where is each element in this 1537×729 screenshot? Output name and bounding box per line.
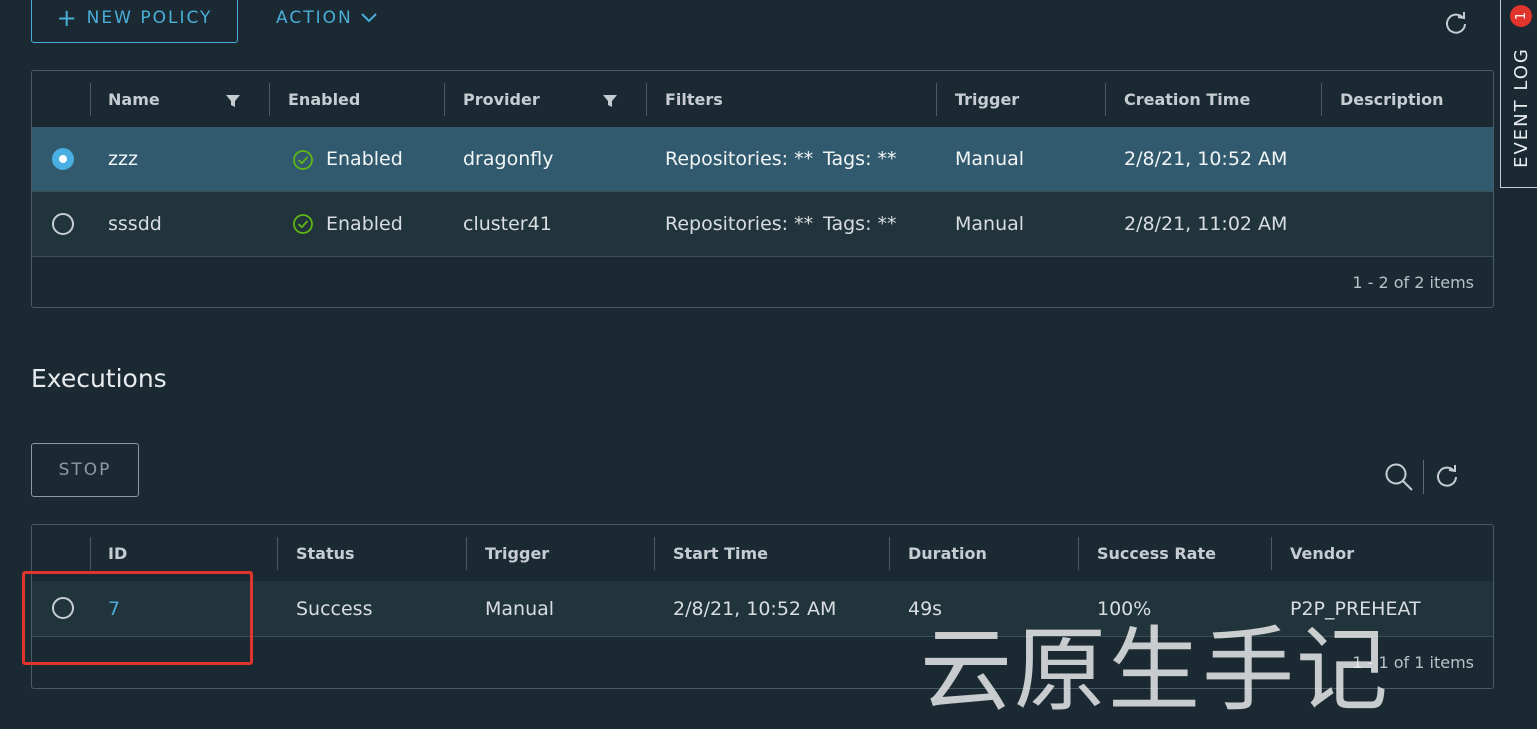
event-log-tab[interactable]: 1 EVENT LOG: [1500, 0, 1537, 188]
event-log-count: 1: [1513, 11, 1529, 21]
refresh-icon[interactable]: [1434, 463, 1460, 489]
policy-creation-time: 2/8/21, 11:02 AM: [1124, 213, 1288, 235]
action-button[interactable]: ACTION: [276, 5, 377, 31]
column-provider[interactable]: Provider: [463, 71, 540, 127]
policy-filters-tags: Tags: **: [823, 213, 897, 235]
policy-provider: dragonfly: [463, 148, 554, 170]
highlight-box: [22, 571, 253, 665]
column-filters[interactable]: Filters: [665, 71, 723, 127]
toolbar-divider: [1423, 460, 1424, 494]
column-enabled[interactable]: Enabled: [288, 71, 360, 127]
action-label: ACTION: [276, 8, 353, 28]
filter-icon[interactable]: [225, 93, 241, 109]
chevron-down-icon: [360, 13, 377, 23]
policy-trigger: Manual: [955, 213, 1025, 235]
policy-enabled: Enabled: [326, 148, 403, 170]
column-creation-time[interactable]: Creation Time: [1124, 71, 1250, 127]
check-circle-icon: [293, 150, 313, 170]
event-log-label: EVENT LOG: [1510, 46, 1532, 168]
policy-creation-time: 2/8/21, 10:52 AM: [1124, 148, 1288, 170]
watermark: 云原生手记: [920, 617, 1391, 724]
row-radio-selected[interactable]: [52, 148, 74, 170]
new-policy-button[interactable]: + NEW POLICY: [31, 0, 238, 43]
policy-trigger: Manual: [955, 148, 1025, 170]
event-log-badge: 1: [1510, 5, 1532, 27]
column-success-rate[interactable]: Success Rate: [1097, 525, 1216, 581]
policy-enabled: Enabled: [326, 213, 403, 235]
policy-provider: cluster41: [463, 213, 552, 235]
column-duration[interactable]: Duration: [908, 525, 987, 581]
execution-trigger: Manual: [485, 597, 555, 620]
policies-header: Name Enabled Provider Filters Trigger Cr…: [32, 71, 1493, 128]
policy-name: sssdd: [108, 213, 162, 235]
policy-name: zzz: [108, 148, 138, 170]
policy-filters-repositories: Repositories: **: [665, 213, 814, 235]
column-trigger[interactable]: Trigger: [955, 71, 1019, 127]
column-trigger[interactable]: Trigger: [485, 525, 549, 581]
stop-button[interactable]: STOP: [31, 443, 139, 497]
policies-datagrid: Name Enabled Provider Filters Trigger Cr…: [31, 70, 1494, 308]
refresh-icon[interactable]: [1443, 10, 1469, 36]
policy-filters-repositories: Repositories: **: [665, 148, 814, 170]
table-row[interactable]: zzz Enabled dragonfly Repositories: ** T…: [32, 127, 1493, 192]
column-status[interactable]: Status: [296, 525, 355, 581]
column-description[interactable]: Description: [1340, 71, 1443, 127]
execution-start-time: 2/8/21, 10:52 AM: [673, 597, 837, 620]
row-radio[interactable]: [52, 213, 74, 235]
check-circle-icon: [293, 214, 313, 234]
stop-label: STOP: [58, 460, 112, 480]
column-vendor[interactable]: Vendor: [1290, 525, 1354, 581]
column-name[interactable]: Name: [108, 71, 160, 127]
policies-pagination: 1 - 2 of 2 items: [1352, 272, 1474, 292]
executions-title: Executions: [31, 364, 167, 393]
policy-filters-tags: Tags: **: [823, 148, 897, 170]
execution-status: Success: [296, 597, 373, 620]
column-start-time[interactable]: Start Time: [673, 525, 768, 581]
new-policy-label: NEW POLICY: [86, 7, 213, 28]
plus-icon: +: [56, 3, 79, 32]
search-icon[interactable]: [1384, 462, 1414, 492]
table-row[interactable]: sssdd Enabled cluster41 Repositories: **…: [32, 192, 1493, 257]
filter-icon[interactable]: [602, 93, 618, 109]
